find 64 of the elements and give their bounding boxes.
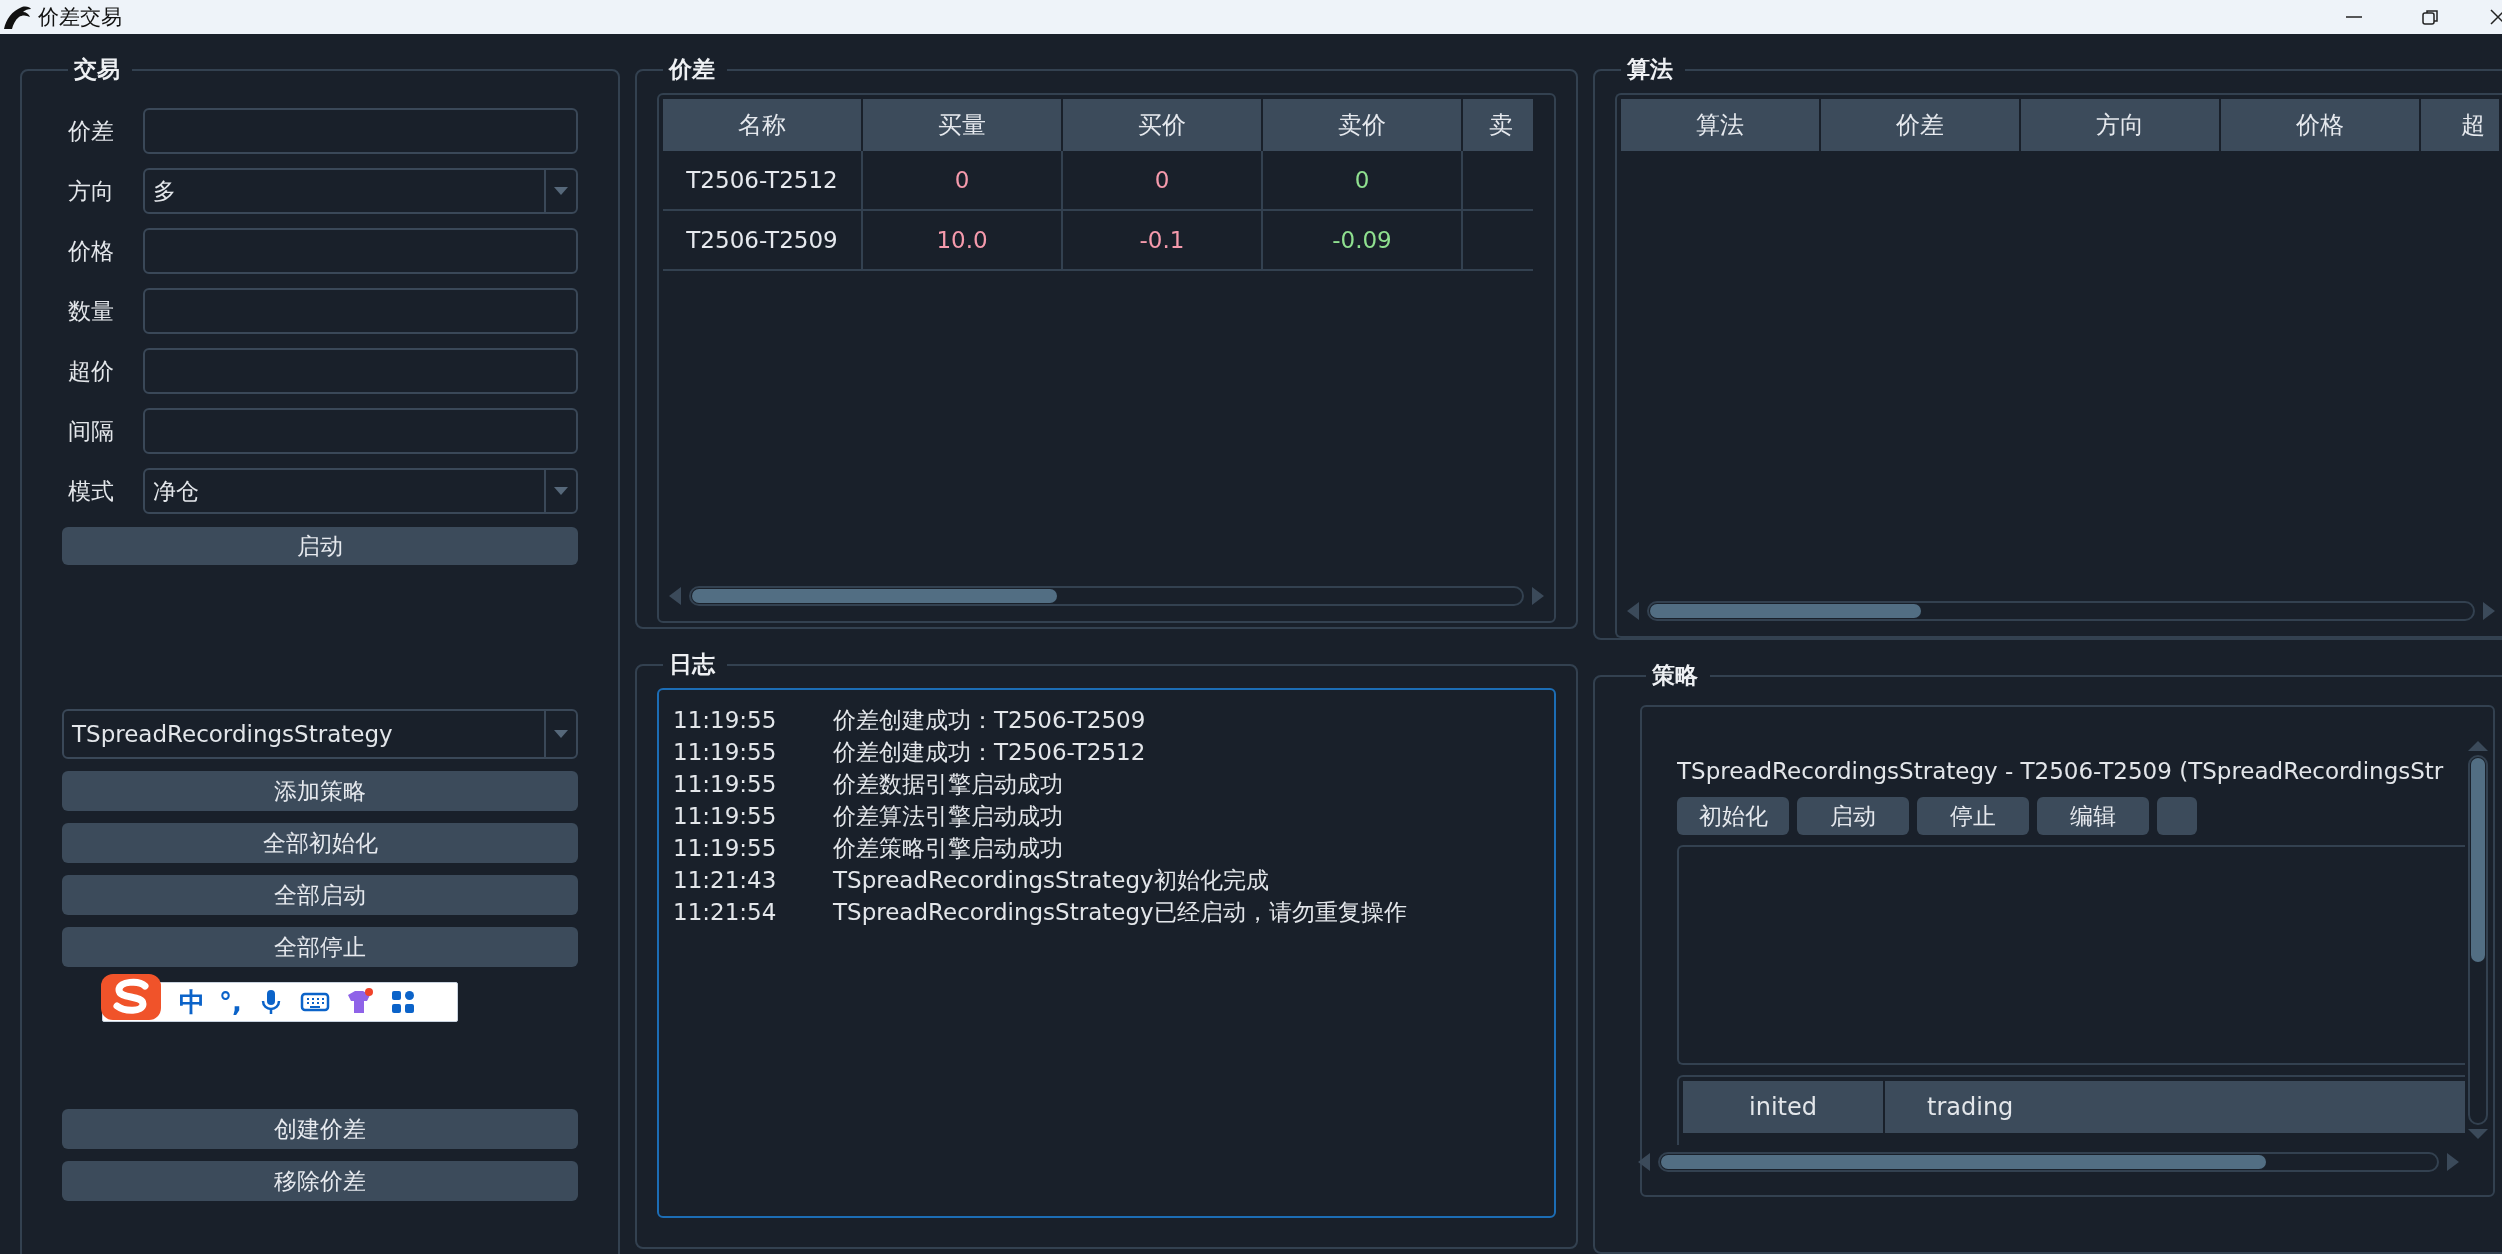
column-header[interactable]: inited: [1683, 1081, 1883, 1133]
log-time: 11:19:55: [673, 770, 778, 799]
input-mode-button[interactable]: 中: [179, 984, 205, 1020]
column-header[interactable]: 卖价: [1263, 99, 1461, 151]
table-cell: -0.1: [1139, 227, 1185, 253]
column-header[interactable]: trading: [1885, 1081, 2465, 1133]
dropdown[interactable]: 净仓: [143, 468, 578, 514]
column-header[interactable]: 卖: [1463, 99, 1533, 151]
table-cell: -0.09: [1332, 227, 1392, 253]
field-label: 模式: [67, 476, 115, 506]
column-header[interactable]: 价差: [1821, 99, 2019, 151]
log-message: 价差创建成功：T2506-T2509: [833, 706, 1146, 735]
table-cell: 10.0: [936, 227, 988, 253]
log-message: 价差创建成功：T2506-T2512: [833, 738, 1146, 767]
window-title: 价差交易: [38, 4, 123, 31]
log-time: 11:21:43: [673, 866, 778, 895]
panel-title: 交易: [73, 55, 121, 84]
spread-button[interactable]: 移除价差: [62, 1161, 578, 1201]
field-label: 价格: [67, 236, 115, 266]
start-button[interactable]: 启动: [62, 527, 578, 565]
strategy-action-button[interactable]: 停止: [1917, 797, 2029, 835]
column-header[interactable]: 名称: [663, 99, 861, 151]
strategy-button[interactable]: 添加策略: [62, 771, 578, 811]
table-cell: T2506-T2509: [686, 227, 838, 253]
strategy-button[interactable]: 全部初始化: [62, 823, 578, 863]
field-label: 方向: [67, 176, 115, 206]
strategy-dropdown[interactable]: TSpreadRecordingsStrategy: [62, 709, 578, 759]
panel-title: 算法: [1626, 55, 1674, 84]
strategy-action-button[interactable]: 编辑: [2037, 797, 2149, 835]
column-header[interactable]: 买价: [1063, 99, 1261, 151]
strategy-name: TSpreadRecordingsStrategy - T2506-T2509 (TSpreadRecordingsStr: [1677, 757, 2445, 786]
field-label: 超价: [67, 356, 115, 386]
column-header[interactable]: 算法: [1621, 99, 1819, 151]
table-cell: 0: [1154, 167, 1170, 193]
column-header[interactable]: 方向: [2021, 99, 2219, 151]
log-time: 11:19:55: [673, 834, 778, 863]
strategy-button[interactable]: 全部停止: [62, 927, 578, 967]
log-time: 11:21:54: [673, 898, 778, 927]
panel-title: 策略: [1651, 661, 1699, 690]
panel-title: 价差: [667, 55, 716, 84]
log-message: 价差算法引擎启动成功: [833, 802, 1063, 831]
spread-button[interactable]: 创建价差: [62, 1109, 578, 1149]
field-label: 数量: [67, 296, 115, 326]
column-header[interactable]: 价格: [2221, 99, 2419, 151]
strategy-action-button[interactable]: 启动: [1797, 797, 1909, 835]
column-header[interactable]: 超: [2421, 99, 2499, 151]
punctuation-button[interactable]: °,: [219, 987, 242, 1017]
strategy-action-button[interactable]: 初始化: [1677, 797, 1789, 835]
log-time: 11:19:55: [673, 738, 778, 767]
log-message: TSpreadRecordingsStrategy初始化完成: [833, 866, 1269, 895]
column-header[interactable]: 买量: [863, 99, 1061, 151]
table-cell: T2506-T2512: [686, 167, 838, 193]
strategy-button[interactable]: 全部启动: [62, 875, 578, 915]
field-label: 间隔: [67, 416, 115, 446]
log-time: 11:19:55: [673, 706, 778, 735]
log-message: 价差数据引擎启动成功: [833, 770, 1063, 799]
table-cell: 0: [1354, 167, 1370, 193]
log-message: TSpreadRecordingsStrategy已经启动，请勿重复操作: [833, 898, 1407, 927]
dropdown[interactable]: 多: [143, 168, 578, 214]
log-time: 11:19:55: [673, 802, 778, 831]
field-label: 价差: [67, 116, 115, 146]
table-cell: 0: [954, 167, 970, 193]
log-message: 价差策略引擎启动成功: [833, 834, 1063, 863]
panel-title: 日志: [668, 650, 717, 679]
